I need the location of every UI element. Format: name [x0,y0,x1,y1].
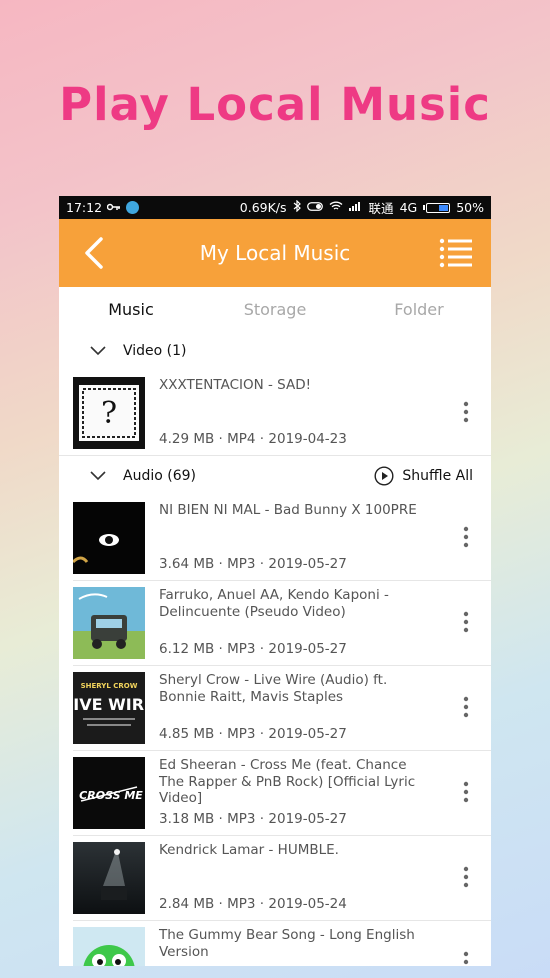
toggle-icon [306,201,323,214]
list-item[interactable]: Farruko, Anuel AA, Kendo Kaponi - Delinc… [59,581,491,665]
chevron-down-icon [90,346,106,356]
promo-title: Play Local Music [59,78,491,131]
item-title: Sheryl Crow - Live Wire (Audio) ft. Bonn… [159,672,388,705]
app-bar-title: My Local Music [199,241,351,265]
item-title: Farruko, Anuel AA, Kendo Kaponi - Delinc… [159,587,389,620]
status-bar: 17:12 0.69K/s 联通 4G 50% [59,196,491,219]
chevron-down-icon [90,471,106,481]
live-wire-title-text: LIVE WIRE [73,695,145,714]
network-type: 4G [399,200,418,215]
list-item[interactable]: NI BIEN NI MAL - Bad Bunny X 100PRE 3.64… [59,496,491,580]
network-speed: 0.69K/s [239,200,287,215]
more-vert-icon[interactable] [463,866,469,888]
audio-thumbnail [73,587,145,659]
tab-music[interactable]: Music [59,300,203,319]
item-title: XXXTENTACION - SAD! [159,377,312,393]
play-circle-icon [374,466,394,486]
item-meta: 3.18 MB · MP3 · 2019-05-27 [159,811,347,827]
phone-screen: 17:12 0.69K/s 联通 4G 50% My Local Music M… [59,196,491,966]
shuffle-all-button[interactable]: Shuffle All [374,466,473,486]
video-section-title: Video (1) [123,343,187,359]
item-meta: 2.84 MB · MP3 · 2019-05-24 [159,896,347,912]
cross-me-text: CROSS ME [79,789,143,802]
bluetooth-icon [293,199,301,215]
battery-icon [423,202,451,213]
tab-storage[interactable]: Storage [203,300,347,319]
audio-thumbnail [73,502,145,574]
list-item[interactable]: ? XXXTENTACION - SAD! 4.29 MB · MP4 · 20… [59,371,491,455]
list-item[interactable]: CROSS ME Ed Sheeran - Cross Me (feat. Ch… [59,751,491,835]
audio-thumbnail [73,842,145,914]
more-vert-icon[interactable] [463,781,469,803]
tab-folder[interactable]: Folder [347,300,491,319]
item-title: NI BIEN NI MAL - Bad Bunny X 100PRE [159,502,417,518]
video-thumbnail: ? [73,377,145,449]
status-time: 17:12 [66,200,103,215]
audio-section-title: Audio (69) [123,468,196,484]
key-icon [106,201,121,214]
more-vert-icon[interactable] [463,696,469,718]
item-meta: 4.29 MB · MP4 · 2019-04-23 [159,431,347,447]
live-wire-artist-text: SHERYL CROW [81,682,138,690]
svg-text:?: ? [101,396,117,431]
list-item[interactable]: SHERYL CROW LIVE WIRE Sheryl Crow - Live… [59,666,491,750]
shuffle-all-label: Shuffle All [402,468,473,484]
video-section-header[interactable]: Video (1) [59,331,491,371]
signal-icon [348,201,363,214]
list-menu-icon[interactable] [439,238,473,268]
more-vert-icon[interactable] [463,401,469,423]
item-meta: 6.12 MB · MP3 · 2019-05-27 [159,641,347,657]
carrier: 联通 [368,201,394,216]
item-title: Ed Sheeran - Cross Me (feat. Chance The … [159,757,416,806]
list-item[interactable]: The Gummy Bear Song - Long English Versi… [59,921,491,966]
app-bar: My Local Music [59,219,491,287]
item-title: The Gummy Bear Song - Long English Versi… [159,927,415,960]
more-vert-icon[interactable] [463,611,469,633]
battery-percent: 50% [456,200,484,215]
telegram-icon [126,201,140,214]
wifi-icon [329,201,343,214]
item-meta: 4.85 MB · MP3 · 2019-05-27 [159,726,347,742]
more-vert-icon[interactable] [463,526,469,548]
audio-thumbnail: SHERYL CROW LIVE WIRE [73,672,145,744]
audio-section-header[interactable]: Audio (69) Shuffle All [59,456,491,496]
list-item[interactable]: Kendrick Lamar - HUMBLE. 2.84 MB · MP3 ·… [59,836,491,920]
tab-bar: Music Storage Folder [59,287,491,331]
audio-thumbnail [73,927,145,966]
item-meta: 3.64 MB · MP3 · 2019-05-27 [159,556,347,572]
item-title: Kendrick Lamar - HUMBLE. [159,842,339,858]
more-vert-icon[interactable] [463,951,469,966]
audio-thumbnail: CROSS ME [73,757,145,829]
